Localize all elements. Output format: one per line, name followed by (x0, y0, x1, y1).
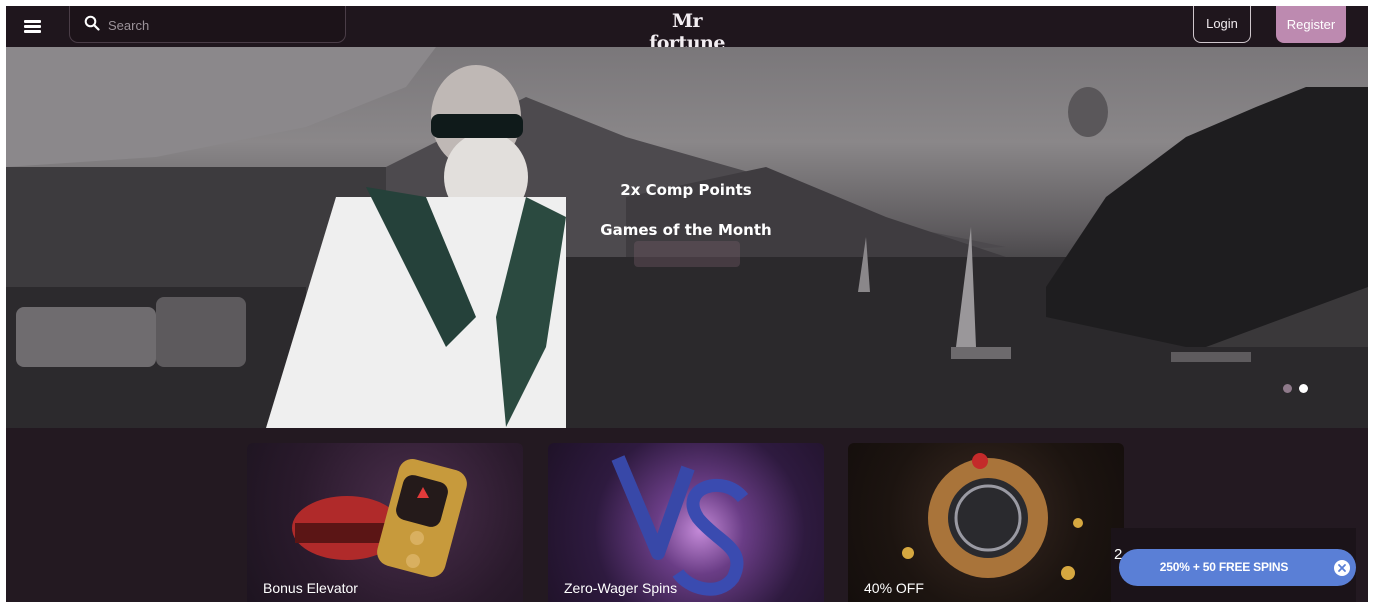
hero-headline: 2x Comp Points (620, 181, 752, 199)
brand-logo[interactable]: Mr fortune casino (642, 10, 732, 63)
hero-banner[interactable]: 2x Comp Points Games of the Month (6, 47, 1368, 428)
cashback-illustration (902, 453, 1083, 580)
promo-card-zero-wager-spins[interactable]: Zero-Wager Spins (548, 443, 824, 602)
carousel-dot-2-active[interactable] (1299, 384, 1308, 393)
hero-subheadline: Games of the Month (600, 221, 772, 239)
login-button[interactable]: Login (1193, 6, 1251, 43)
close-circle-icon[interactable] (1334, 560, 1350, 576)
promo-label: 40% OFF (864, 580, 924, 596)
bonus-offer-pill[interactable]: 250% + 50 FREE SPINS (1119, 549, 1356, 586)
promo-label: Zero-Wager Spins (564, 580, 678, 596)
app-root: Mr fortune casino Login Register (6, 6, 1368, 602)
vs-illustration (611, 455, 749, 596)
carousel-dot-1[interactable] (1283, 384, 1292, 393)
promo-card-bonus-elevator[interactable]: Bonus Elevator (247, 443, 523, 602)
promo-card-40-off[interactable]: 40% OFF (848, 443, 1124, 602)
top-header: Mr fortune casino Login Register (6, 6, 1368, 63)
search-icon (84, 15, 100, 31)
search-input[interactable] (106, 14, 330, 36)
elevator-illustration (292, 458, 467, 578)
promo-label: Bonus Elevator (263, 580, 358, 596)
search-bar[interactable] (69, 6, 346, 43)
hamburger-menu-icon[interactable] (22, 17, 44, 35)
bonus-offer-label: 250% + 50 FREE SPINS (1159, 560, 1289, 574)
register-button[interactable]: Register (1276, 6, 1346, 43)
hero-cta-button[interactable] (634, 241, 740, 267)
